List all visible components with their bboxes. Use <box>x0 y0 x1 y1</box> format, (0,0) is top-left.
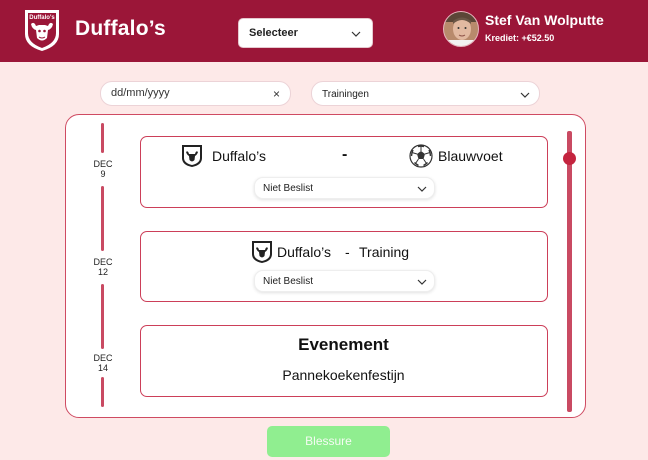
date-day: 14 <box>97 363 108 373</box>
brand-title: Duffalo’s <box>75 17 166 40</box>
activity-type-label: Trainingen <box>322 89 369 100</box>
date-input[interactable] <box>111 87 261 99</box>
event-date: DEC 9 <box>84 159 122 179</box>
away-team: Blauwvoet <box>438 148 503 164</box>
home-team: Duffalo’s <box>212 148 266 164</box>
timeline-line <box>101 284 104 349</box>
team-name: Duffalo’s <box>277 244 331 260</box>
date-day: 12 <box>97 267 108 277</box>
date-month: DEC <box>93 353 113 363</box>
chevron-down-icon <box>520 92 530 98</box>
event-list-panel: DEC 9 DEC 12 DEC 14 Duffalo’s - Blauwvoe… <box>65 114 586 418</box>
event-name: Pannekoekenfestijn <box>282 367 405 383</box>
date-month: DEC <box>93 159 113 169</box>
training-card[interactable]: Duffalo’s - Training Niet Beslist <box>140 231 548 302</box>
chevron-down-icon <box>417 279 427 285</box>
soccer-ball-icon <box>409 144 433 168</box>
chevron-down-icon <box>351 31 361 37</box>
chevron-down-icon <box>417 186 427 192</box>
event-date: DEC 12 <box>84 257 122 277</box>
activity-type-select[interactable]: Trainingen <box>311 81 540 106</box>
event-card[interactable]: Evenement Pannekoekenfestijn <box>140 325 548 397</box>
timeline-line <box>101 123 104 153</box>
clear-icon[interactable]: × <box>273 87 280 101</box>
date-month: DEC <box>93 257 113 267</box>
attendance-select[interactable]: Niet Beslist <box>254 270 435 292</box>
timeline-line <box>101 186 104 251</box>
top-header: Duffalo's Duffalo’s Selecteer Stef Van W… <box>0 0 648 62</box>
date-day: 9 <box>100 169 106 179</box>
scrollbar-thumb[interactable] <box>563 152 576 165</box>
team-select[interactable]: Selecteer <box>238 18 373 48</box>
attendance-select-label: Niet Beslist <box>263 183 314 194</box>
user-avatar-icon <box>444 12 478 46</box>
match-card[interactable]: Duffalo’s - Blauwvoet Niet Beslist <box>140 136 548 208</box>
credit-balance: Krediet: +€52.50 <box>485 33 555 43</box>
timeline-line <box>101 377 104 407</box>
injury-button-label: Blessure <box>305 434 352 448</box>
attendance-select-label: Niet Beslist <box>263 276 314 287</box>
team-select-label: Selecteer <box>249 27 298 39</box>
avatar[interactable] <box>443 11 479 47</box>
attendance-select[interactable]: Niet Beslist <box>254 177 435 199</box>
user-name: Stef Van Wolputte <box>485 12 604 28</box>
date-filter[interactable]: × <box>100 81 291 106</box>
logo-text: Duffalo's <box>29 15 55 21</box>
versus-separator: - <box>342 146 348 163</box>
event-type: Training <box>359 244 410 260</box>
injury-button[interactable]: Blessure <box>267 426 390 457</box>
scrollbar-track[interactable] <box>567 131 572 412</box>
title-separator: - <box>345 244 350 260</box>
duffalos-logo-icon <box>252 241 272 263</box>
duffalos-logo-icon[interactable]: Duffalo's <box>22 8 62 52</box>
duffalos-logo-icon <box>182 145 202 167</box>
event-title: Evenement <box>298 335 389 354</box>
event-date: DEC 14 <box>84 353 122 373</box>
